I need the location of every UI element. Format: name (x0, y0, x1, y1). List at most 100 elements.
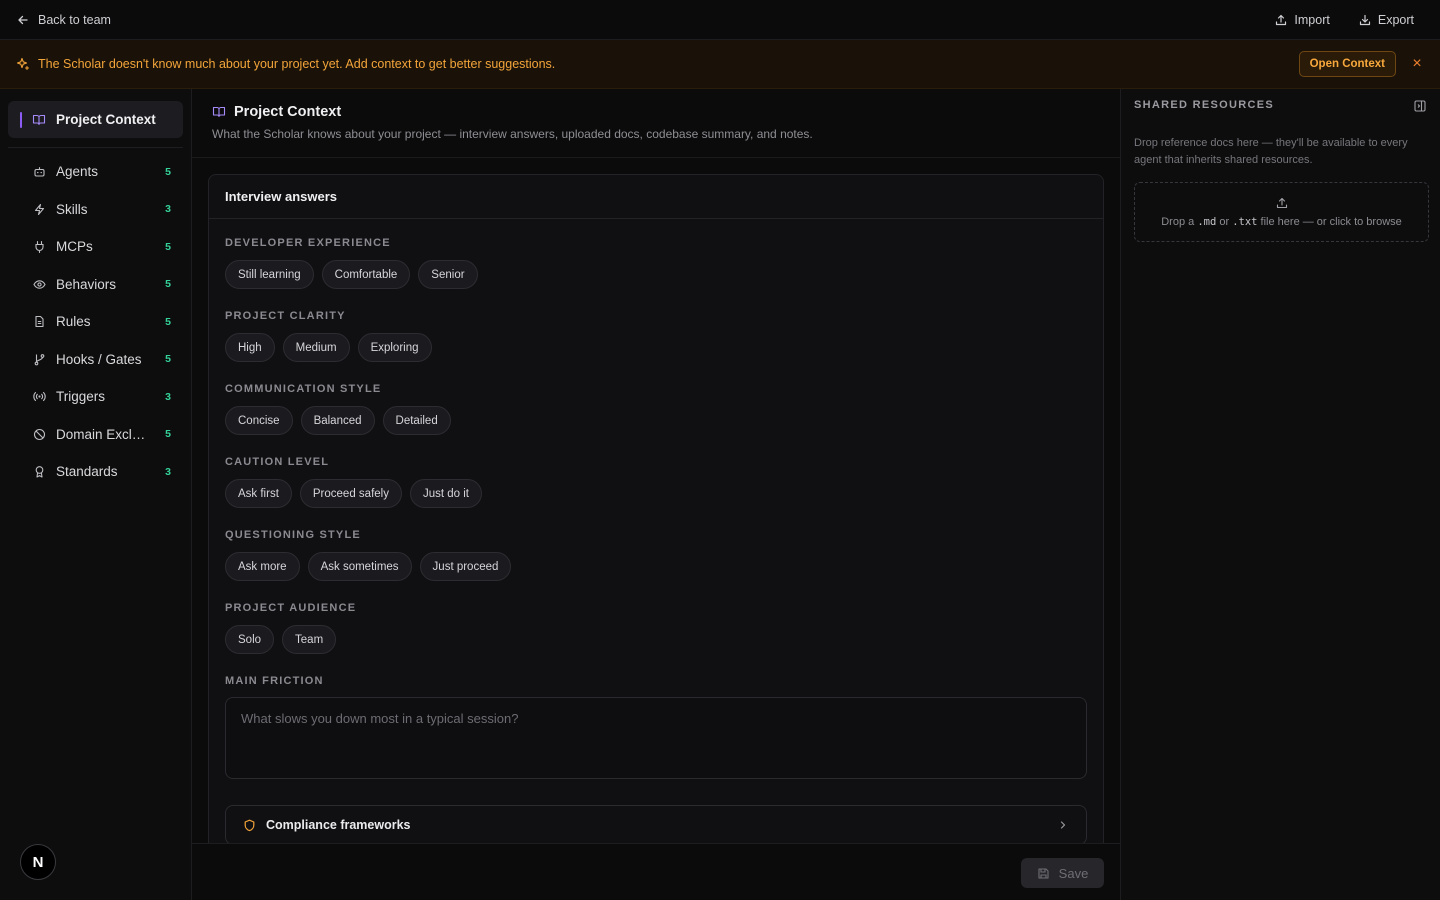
compliance-label: Compliance frameworks (266, 818, 411, 832)
save-button[interactable]: Save (1021, 858, 1104, 888)
drop-suffix: file here — or click to browse (1260, 216, 1402, 228)
section-caution-level: CAUTION LEVEL Ask first Proceed safely J… (225, 456, 482, 508)
option-chip[interactable]: Medium (282, 333, 350, 362)
md-extension: .md (1197, 216, 1217, 228)
plug-icon (32, 240, 46, 254)
sidebar-item-hooks-gates[interactable]: Hooks / Gates 5 (8, 341, 183, 379)
book-open-icon (32, 113, 46, 127)
broadcast-icon (32, 390, 46, 404)
option-chip[interactable]: Senior (418, 260, 478, 289)
sidebar-item-project-context[interactable]: Project Context (8, 101, 183, 138)
open-context-button[interactable]: Open Context (1298, 51, 1396, 77)
sidebar-item-mcps[interactable]: MCPs 5 (8, 228, 183, 266)
count-badge: 5 (165, 315, 171, 328)
context-warning-banner: The Scholar doesn't know much about your… (0, 40, 1440, 89)
section-communication-style: COMMUNICATION STYLE Concise Balanced Det… (225, 383, 451, 435)
option-chip[interactable]: Balanced (300, 406, 375, 435)
sidebar-item-triggers[interactable]: Triggers 3 (8, 378, 183, 416)
close-icon[interactable]: × (1410, 55, 1424, 73)
sidebar-item-label: Domain Exclusions (56, 426, 149, 442)
section-title: CAUTION LEVEL (225, 456, 330, 468)
shared-resources-panel: SHARED RESOURCES Drop reference docs her… (1120, 89, 1440, 900)
section-title: PROJECT CLARITY (225, 310, 346, 322)
panel-description: Drop reference docs here — they'll be av… (1134, 137, 1408, 166)
page-header: Project Context What the Scholar knows a… (192, 89, 1120, 158)
option-chip[interactable]: Still learning (225, 260, 314, 289)
avatar[interactable]: N (20, 844, 56, 880)
page-subtitle: What the Scholar knows about your projec… (212, 127, 813, 141)
save-icon (1037, 866, 1051, 880)
back-to-team-link[interactable]: Back to team (16, 13, 111, 27)
panel-title: SHARED RESOURCES (1134, 99, 1274, 111)
sidebar-item-rules[interactable]: Rules 5 (8, 303, 183, 341)
compliance-frameworks-row[interactable]: Compliance frameworks (225, 805, 1087, 845)
option-chip[interactable]: Concise (225, 406, 293, 435)
option-chip[interactable]: Ask sometimes (307, 552, 412, 581)
back-label: Back to team (38, 12, 111, 27)
count-badge: 5 (165, 278, 171, 291)
page-title: Project Context (234, 104, 342, 120)
option-chip[interactable]: Team (282, 625, 337, 654)
dropzone-text: Drop a .md or .txt file here — or click … (1161, 216, 1402, 228)
import-button[interactable]: Import (1274, 12, 1330, 27)
download-icon (1358, 13, 1372, 27)
ban-icon (32, 427, 46, 441)
count-badge: 5 (165, 428, 171, 441)
book-open-icon (212, 105, 226, 119)
sidebar-item-label: Triggers (56, 389, 106, 405)
section-project-clarity: PROJECT CLARITY High Medium Exploring (225, 310, 432, 362)
option-chip[interactable]: Ask more (225, 552, 300, 581)
eye-icon (32, 277, 46, 291)
chevron-right-icon (1056, 818, 1070, 832)
sidebar-item-agents[interactable]: Agents 5 (8, 153, 183, 191)
count-badge: 5 (165, 165, 171, 178)
sidebar-item-behaviors[interactable]: Behaviors 5 (8, 266, 183, 304)
section-title: QUESTIONING STYLE (225, 529, 361, 541)
bolt-icon (32, 202, 46, 216)
main-friction-input[interactable] (225, 697, 1087, 779)
page-title-row: Project Context (212, 104, 341, 120)
top-bar: Back to team Import Export (0, 0, 1440, 40)
section-title: PROJECT AUDIENCE (225, 602, 357, 614)
git-branch-icon (32, 352, 46, 366)
active-indicator (20, 111, 22, 128)
section-main-friction: MAIN FRICTION (225, 675, 1087, 782)
section-title: DEVELOPER EXPERIENCE (225, 237, 391, 249)
option-chip[interactable]: Comfortable (321, 260, 411, 289)
card-title: Interview answers (209, 175, 1103, 219)
sidebar-item-label: Rules (56, 314, 91, 330)
option-chip[interactable]: Solo (225, 625, 275, 654)
export-label: Export (1377, 12, 1414, 27)
main-content: Project Context What the Scholar knows a… (192, 89, 1120, 900)
section-questioning-style: QUESTIONING STYLE Ask more Ask sometimes… (225, 529, 512, 581)
export-button[interactable]: Export (1358, 13, 1414, 27)
option-chip[interactable]: Proceed safely (299, 479, 402, 508)
panel-toggle-icon[interactable] (1413, 99, 1427, 113)
option-chip[interactable]: Detailed (382, 406, 451, 435)
count-badge: 3 (165, 465, 171, 478)
option-chip[interactable]: Just proceed (419, 552, 512, 581)
option-chip[interactable]: Exploring (357, 333, 432, 362)
sidebar-item-domain-exclusions[interactable]: Domain Exclusions 5 (8, 416, 183, 454)
sidebar-item-skills[interactable]: Skills 3 (8, 191, 183, 229)
count-badge: 5 (165, 353, 171, 366)
sidebar-item-label: Agents (56, 164, 99, 180)
sidebar-item-label: MCPs (56, 239, 93, 255)
option-chip[interactable]: Ask first (225, 479, 292, 508)
sidebar-item-label: Project Context (56, 112, 156, 127)
section-project-audience: PROJECT AUDIENCE Solo Team (225, 602, 356, 654)
import-label: Import (1294, 12, 1330, 27)
txt-extension: .txt (1232, 216, 1258, 228)
interview-answers-card: Interview answers DEVELOPER EXPERIENCE S… (208, 174, 1104, 854)
upload-icon (1274, 13, 1288, 27)
option-chip[interactable]: High (225, 333, 275, 362)
sidebar-nav: Agents 5 Skills 3 MCPs 5 Behaviors 5 Rul… (8, 153, 183, 491)
arrow-left-icon (16, 13, 30, 27)
option-chip[interactable]: Just do it (409, 479, 482, 508)
sidebar-item-label: Hooks / Gates (56, 351, 142, 367)
sidebar-item-label: Skills (56, 201, 88, 217)
file-dropzone[interactable]: Drop a .md or .txt file here — or click … (1134, 182, 1429, 242)
sidebar-item-standards[interactable]: Standards 3 (8, 453, 183, 491)
upload-icon (1275, 196, 1289, 210)
section-title: COMMUNICATION STYLE (225, 383, 382, 395)
